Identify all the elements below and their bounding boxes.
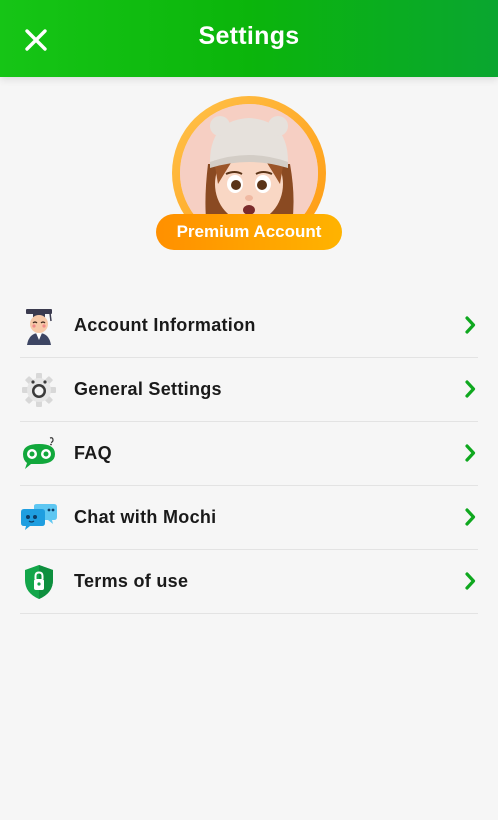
menu-item-label: General Settings — [74, 379, 222, 399]
chat-bubbles-icon — [20, 499, 58, 537]
menu-item-label: Terms of use — [74, 571, 189, 591]
account-info-icon — [20, 307, 58, 345]
gear-icon — [20, 371, 58, 409]
menu-item-label: FAQ — [74, 443, 112, 463]
chevron-right-icon — [465, 444, 476, 462]
chevron-right-icon — [465, 380, 476, 398]
menu-item-general-settings[interactable]: General Settings — [20, 358, 478, 422]
app-header: Settings — [0, 0, 498, 77]
menu-item-faq[interactable]: FAQ — [20, 422, 478, 486]
page-title: Settings — [198, 22, 300, 50]
chevron-right-icon — [465, 508, 476, 526]
premium-account-badge[interactable]: Premium Account — [156, 214, 342, 250]
menu-item-label: Account Information — [74, 315, 256, 335]
shield-lock-icon — [20, 563, 58, 601]
chevron-right-icon — [465, 572, 476, 590]
menu-item-label: Chat with Mochi — [74, 507, 217, 527]
menu-item-terms-of-use[interactable]: Terms of use — [20, 550, 478, 614]
menu-item-chat-with-mochi[interactable]: Chat with Mochi — [20, 486, 478, 550]
faq-chat-icon — [20, 435, 58, 473]
menu-item-account-information[interactable]: Account Information — [20, 294, 478, 358]
chevron-right-icon — [465, 316, 476, 334]
settings-menu: Account Information General Settings FAQ… — [20, 294, 478, 614]
